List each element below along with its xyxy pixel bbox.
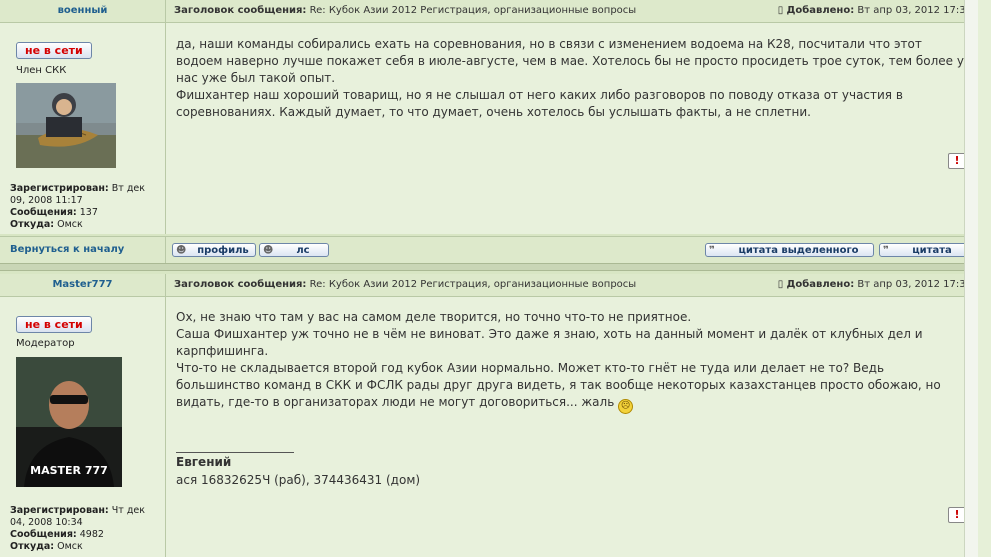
- sad-emoticon-icon: ☹: [618, 399, 634, 414]
- messages-count: 4982: [79, 529, 104, 540]
- messages-count: 137: [79, 207, 98, 218]
- author-name[interactable]: военный: [0, 0, 165, 22]
- post-footer: Вернуться к началу ☻ профиль ☻ лс ❞ цита…: [0, 236, 978, 263]
- quote-button[interactable]: ❞ цитата: [879, 243, 967, 257]
- subject-text: Re: Кубок Азии 2012 Регистрация, организ…: [309, 279, 637, 290]
- profile-label: профиль: [197, 245, 249, 256]
- author-panel: не в сети Модератор MASTER 777 Зарегистр…: [0, 297, 166, 557]
- profile-icon: ☻: [176, 245, 187, 256]
- avatar-image: [16, 83, 116, 168]
- posted-label: Добавлено:: [786, 5, 855, 16]
- pm-button[interactable]: ☻ лс: [259, 243, 329, 257]
- post-icon[interactable]: ▯: [778, 279, 784, 290]
- post-body-row: не в сети Член СКК Зарегистрирован: Вт д…: [0, 23, 978, 234]
- post-header: военный Заголовок сообщения: Re: Кубок А…: [0, 0, 978, 23]
- author-rank: Модератор: [16, 338, 75, 349]
- author-rank: Член СКК: [16, 65, 67, 76]
- author-info: Зарегистрирован: Чт дек 04, 2008 10:34 С…: [10, 505, 160, 553]
- message-panel: да, наши команды собирались ехать на сор…: [166, 23, 978, 234]
- message-paragraph: Что-то не складывается второй год кубок …: [176, 361, 941, 414]
- back-to-top-link[interactable]: Вернуться к началу: [0, 237, 166, 263]
- from-value: Омск: [57, 541, 83, 552]
- message-paragraph: да, наши команды собирались ехать на сор…: [176, 37, 964, 85]
- profile-button[interactable]: ☻ профиль: [172, 243, 256, 257]
- avatar: MASTER 777: [16, 357, 122, 491]
- message-paragraph: Фишхантер наш хороший товарищ, но я не с…: [176, 88, 903, 119]
- from-label: Откуда:: [10, 219, 55, 230]
- registered-label: Зарегистрирован:: [10, 505, 109, 516]
- post-subject: Заголовок сообщения: Re: Кубок Азии 2012…: [166, 0, 726, 22]
- forum-topic: военный Заголовок сообщения: Re: Кубок А…: [0, 0, 978, 557]
- message-paragraph: Саша Фишхантер уж точно не в чём не вино…: [176, 327, 923, 358]
- subject-label: Заголовок сообщения:: [174, 5, 307, 16]
- author-panel: не в сети Член СКК Зарегистрирован: Вт д…: [0, 23, 166, 234]
- message-text: Ох, не знаю что там у вас на самом деле …: [166, 309, 976, 414]
- author-name[interactable]: Master777: [0, 274, 165, 296]
- post-body-row: не в сети Модератор MASTER 777 Зарегистр…: [0, 297, 978, 557]
- posted-date: Вт апр 03, 2012 17:39: [857, 279, 972, 290]
- post-header: Master777 Заголовок сообщения: Re: Кубок…: [0, 274, 978, 297]
- post-separator: [0, 263, 978, 271]
- quote-selected-button[interactable]: ❞ цитата выделенного: [705, 243, 874, 257]
- quote-icon: ❞: [883, 245, 889, 256]
- post-subject: Заголовок сообщения: Re: Кубок Азии 2012…: [166, 274, 726, 296]
- author-info: Зарегистрирован: Вт дек 09, 2008 11:17 С…: [10, 183, 160, 231]
- avatar-text: MASTER 777: [30, 464, 108, 477]
- message-paragraph-text: Что-то не складывается второй год кубок …: [176, 361, 941, 409]
- post-date: ▯ Добавлено: Вт апр 03, 2012 17:38: [700, 0, 978, 22]
- signature-name: Евгений: [176, 455, 232, 469]
- subject-label: Заголовок сообщения:: [174, 279, 307, 290]
- subject-text: Re: Кубок Азии 2012 Регистрация, организ…: [309, 5, 637, 16]
- avatar: [16, 83, 116, 172]
- post-date: ▯ Добавлено: Вт апр 03, 2012 17:39: [700, 274, 978, 296]
- avatar-image: MASTER 777: [16, 357, 122, 487]
- messages-label: Сообщения:: [10, 207, 77, 218]
- pm-label: лс: [296, 245, 310, 256]
- scrollbar[interactable]: [964, 0, 978, 557]
- message-panel: Ох, не знаю что там у вас на самом деле …: [166, 297, 978, 557]
- signature-divider: [176, 452, 294, 453]
- posted-date: Вт апр 03, 2012 17:38: [857, 5, 972, 16]
- post-icon[interactable]: ▯: [778, 5, 784, 16]
- quote-label: цитата: [912, 245, 952, 256]
- quote-selected-label: цитата выделенного: [738, 245, 859, 256]
- messages-label: Сообщения:: [10, 529, 77, 540]
- status-offline-button[interactable]: не в сети: [16, 42, 92, 59]
- registered-label: Зарегистрирован:: [10, 183, 109, 194]
- message-paragraph: Ох, не знаю что там у вас на самом деле …: [176, 310, 692, 324]
- signature-contact: ася 16832625Ч (раб), 374436431 (дом): [176, 473, 421, 487]
- pm-icon: ☻: [263, 245, 274, 256]
- message-text: да, наши команды собирались ехать на сор…: [166, 36, 976, 121]
- from-label: Откуда:: [10, 541, 55, 552]
- status-offline-button[interactable]: не в сети: [16, 316, 92, 333]
- quote-icon: ❞: [709, 245, 715, 256]
- from-value: Омск: [57, 219, 83, 230]
- posted-label: Добавлено:: [786, 279, 855, 290]
